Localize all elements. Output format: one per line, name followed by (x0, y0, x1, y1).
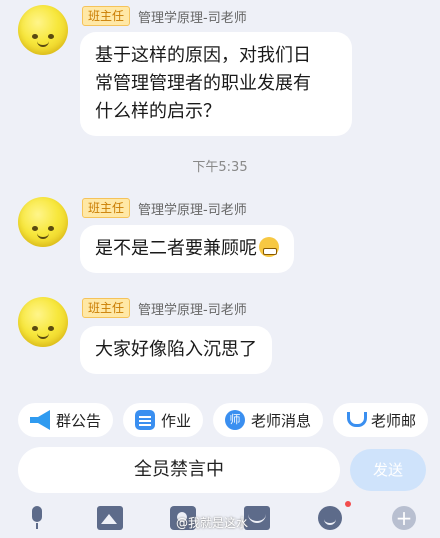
teacher-messages-button[interactable]: 师 老师消息 (213, 403, 324, 437)
avatar[interactable] (18, 297, 68, 347)
message-bubble[interactable]: 大家好像陷入沉思了 (80, 326, 272, 374)
document-icon (135, 410, 156, 430)
announcement-button[interactable]: 群公告 (18, 403, 114, 437)
input-row: 全员禁言中 发送 (18, 447, 426, 493)
chip-label: 作业 (161, 411, 192, 430)
message-bubble[interactable]: 基于这样的原因，对我们日 常管理管理者的职业发展有 什么样的启示？ (80, 32, 352, 136)
message-line: 常管理管理者的职业发展有 (95, 73, 311, 94)
chip-label: 老师消息 (251, 411, 312, 430)
watermark: @我就是这水 (176, 516, 249, 530)
message-line: 什么样的启示？ (95, 101, 221, 122)
teacher-icon: 师 (225, 410, 246, 430)
message-text: 大家好像陷入沉思了 (95, 339, 257, 360)
message-meta: 班主任 管理学原理-司老师 (82, 298, 247, 318)
megaphone-icon (30, 410, 50, 430)
message-text: 是不是二者要兼顾呢 (95, 238, 257, 259)
message-meta: 班主任 管理学原理-司老师 (82, 198, 247, 218)
sender-name: 管理学原理-司老师 (138, 202, 247, 218)
plus-icon[interactable]: + (392, 506, 416, 530)
avatar[interactable] (18, 5, 68, 55)
send-button[interactable]: 发送 (350, 449, 426, 491)
quick-action-bar: 群公告 作业 师 老师消息 老师邮 (18, 403, 429, 437)
muted-input-field[interactable]: 全员禁言中 (18, 447, 340, 493)
role-badge: 班主任 (82, 198, 131, 218)
chip-label: 老师邮 (371, 411, 417, 430)
avatar[interactable] (18, 197, 68, 247)
sender-name: 管理学原理-司老师 (138, 302, 247, 318)
u-icon (345, 410, 368, 430)
homework-button[interactable]: 作业 (123, 403, 204, 437)
emoji-icon[interactable] (318, 506, 342, 530)
grin-emoji-icon (259, 237, 279, 257)
microphone-icon[interactable] (24, 506, 50, 530)
teacher-more-button[interactable]: 老师邮 (333, 403, 429, 437)
notification-dot (345, 501, 351, 507)
message-line: 基于这样的原因，对我们日 (95, 45, 311, 66)
message-meta: 班主任 管理学原理-司老师 (82, 6, 247, 26)
timestamp: 下午5:35 (192, 160, 248, 175)
role-badge: 班主任 (82, 6, 131, 26)
message-bubble[interactable]: 是不是二者要兼顾呢 (80, 225, 294, 273)
chip-label: 群公告 (56, 411, 102, 430)
role-badge: 班主任 (82, 298, 131, 318)
sender-name: 管理学原理-司老师 (138, 10, 247, 26)
image-icon[interactable] (97, 506, 123, 530)
